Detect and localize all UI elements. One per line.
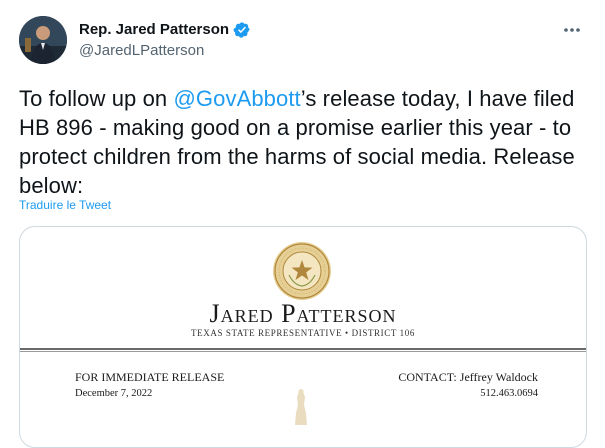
release-date: December 7, 2022 <box>75 388 153 399</box>
author-display-name[interactable]: Rep. Jared Patterson <box>79 20 229 40</box>
verified-badge-icon <box>233 21 251 39</box>
author-handle[interactable]: @JaredLPatterson <box>79 41 251 61</box>
letterhead-divider <box>20 351 586 352</box>
tweet-media-image[interactable]: Jared Patterson TEXAS STATE REPRESENTATI… <box>19 226 587 448</box>
tweet-author: Rep. Jared Patterson @JaredLPatterson <box>79 20 251 61</box>
state-seal-icon <box>273 242 331 300</box>
letterhead-name: Jared Patterson <box>209 299 397 328</box>
translate-tweet-link[interactable]: Traduire le Tweet <box>19 197 111 213</box>
mention-link[interactable]: @GovAbbott <box>173 86 300 111</box>
contact-info: CONTACT: Jeffrey Waldock 512.463.0694 <box>398 370 538 401</box>
more-options-icon[interactable] <box>559 20 585 40</box>
letterhead-title: TEXAS STATE REPRESENTATIVE • DISTRICT 10… <box>191 328 415 338</box>
release-label: FOR IMMEDIATE RELEASE <box>75 370 225 384</box>
avatar-photo <box>19 16 67 64</box>
tweet-text: To follow up on @GovAbbott’s release tod… <box>19 84 589 200</box>
contact-label: CONTACT: Jeffrey Waldock <box>398 370 538 384</box>
watermark-figure-icon <box>295 389 307 425</box>
release-info: FOR IMMEDIATE RELEASE December 7, 2022 <box>75 370 224 401</box>
avatar[interactable] <box>19 16 67 64</box>
letterhead-divider <box>20 348 586 350</box>
tweet-text-part: To follow up on <box>19 86 174 111</box>
contact-phone: 512.463.0694 <box>480 388 538 399</box>
